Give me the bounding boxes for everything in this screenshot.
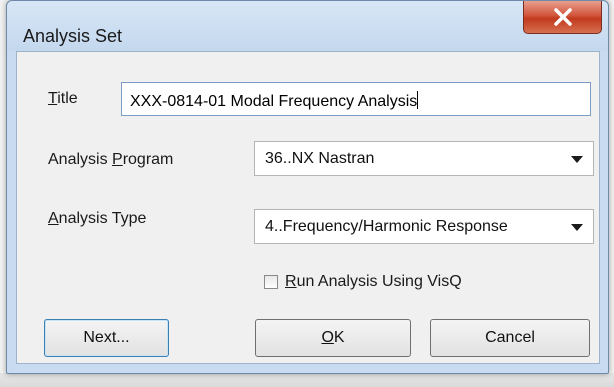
analysis-program-label: Analysis Program — [48, 151, 174, 168]
run-visq-checkbox[interactable] — [264, 275, 278, 289]
title-bar[interactable]: Analysis Set — [7, 1, 608, 51]
ok-button-label: OK — [321, 329, 345, 346]
dialog-body: Title XXX-0814-01 Modal Frequency Analys… — [16, 51, 600, 364]
title-label: Title — [48, 90, 78, 107]
dropdown-arrow-icon[interactable] — [571, 224, 583, 231]
run-visq-label[interactable]: Run Analysis Using VisQ — [285, 273, 462, 291]
window-title: Analysis Set — [23, 26, 123, 46]
next-button-label: Next... — [83, 329, 130, 346]
background-window-strip — [0, 373, 614, 387]
run-visq-option[interactable]: Run Analysis Using VisQ — [264, 271, 462, 293]
analysis-type-label: Analysis Type — [48, 210, 147, 227]
dropdown-arrow-icon[interactable] — [571, 156, 583, 163]
next-button[interactable]: Next... — [44, 319, 169, 357]
close-button[interactable] — [523, 1, 602, 34]
title-input[interactable]: XXX-0814-01 Modal Frequency Analysis — [121, 82, 591, 116]
cancel-button[interactable]: Cancel — [430, 319, 590, 357]
title-input-value: XXX-0814-01 Modal Frequency Analysis — [130, 93, 418, 110]
close-icon — [553, 8, 573, 26]
analysis-type-select[interactable]: 4..Frequency/Harmonic Response — [254, 209, 594, 244]
analysis-type-value: 4..Frequency/Harmonic Response — [265, 218, 508, 235]
analysis-program-value: 36..NX Nastran — [265, 150, 375, 167]
cancel-button-label: Cancel — [485, 329, 535, 346]
analysis-set-dialog: Analysis Set Title XXX-0814-01 Modal Fre… — [6, 0, 609, 374]
text-caret — [417, 91, 419, 109]
analysis-program-select[interactable]: 36..NX Nastran — [254, 141, 594, 176]
ok-button[interactable]: OK — [255, 319, 411, 357]
